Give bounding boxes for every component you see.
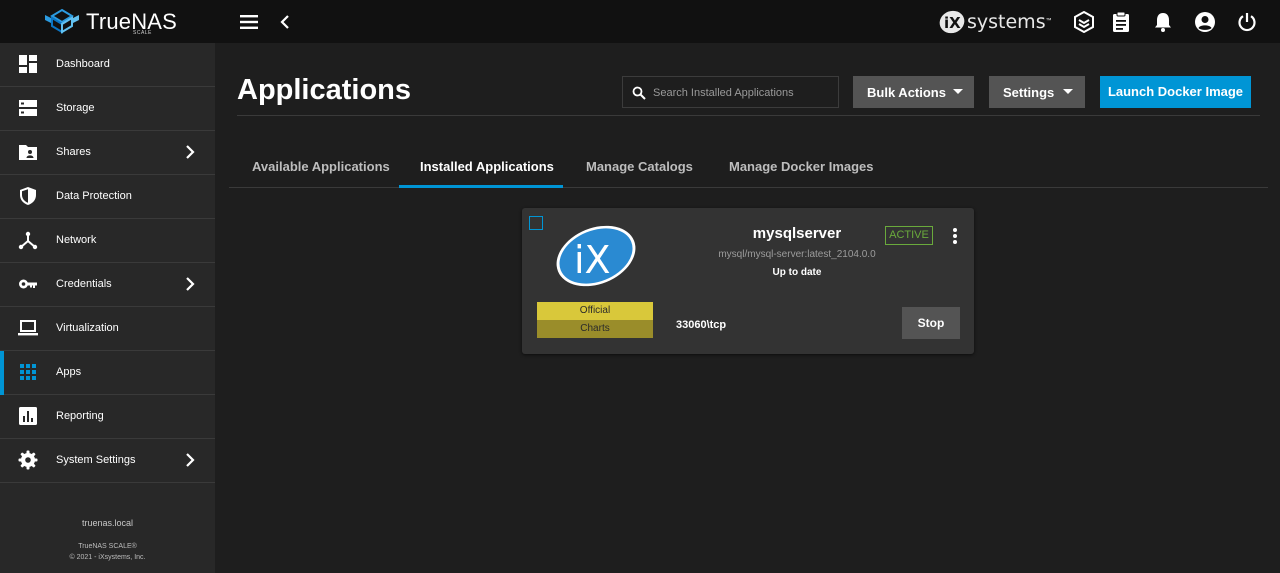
- sidebar-item-data-protection[interactable]: Data Protection: [0, 175, 215, 219]
- main-content: Applications Bulk Actions Settings Launc…: [215, 43, 1280, 573]
- top-bar: TrueNAS SCALE iX systems ™: [0, 0, 1280, 43]
- app-update-status: Up to date: [772, 267, 822, 278]
- dashboard-icon: [19, 55, 37, 73]
- app-logo-icon: iX: [556, 225, 636, 287]
- app-ports: 33060\tcp: [676, 319, 727, 331]
- settings-label: Settings: [1003, 85, 1055, 100]
- ixsystems-logo[interactable]: iX systems ™: [938, 9, 1052, 35]
- power-icon: [1238, 13, 1256, 32]
- laptop-icon: [18, 320, 38, 336]
- header-divider: [237, 115, 1260, 116]
- page-title: Applications: [237, 74, 412, 106]
- hostname: truenas.local: [81, 518, 134, 528]
- sidebar-item-system-settings[interactable]: System Settings: [0, 439, 215, 483]
- tab-installed-applications[interactable]: Installed Applications: [420, 159, 554, 174]
- app-logo-text: iX: [574, 238, 611, 282]
- truenas-logo-icon: [45, 8, 79, 34]
- truecommand-button[interactable]: [1071, 9, 1097, 35]
- stop-button[interactable]: Stop: [902, 307, 960, 339]
- sidebar-item-virtualization[interactable]: Virtualization: [0, 307, 215, 351]
- clipboard-icon: [1113, 11, 1129, 32]
- catalog-badge-official: Official: [537, 302, 653, 320]
- caret-down-icon: [953, 89, 963, 94]
- launch-docker-image-button[interactable]: Launch Docker Image: [1100, 76, 1251, 108]
- key-icon: [19, 279, 37, 289]
- search-box[interactable]: [622, 76, 839, 108]
- bulk-actions-label: Bulk Actions: [867, 85, 946, 100]
- sidebar-item-label: Network: [56, 234, 97, 246]
- app-select-checkbox[interactable]: [529, 216, 543, 230]
- sidebar-item-shares[interactable]: Shares: [0, 131, 215, 175]
- menu-toggle-button[interactable]: [236, 9, 262, 35]
- trademark-mark: ™: [1045, 18, 1052, 24]
- svg-text:iX: iX: [944, 14, 961, 32]
- bulk-actions-button[interactable]: Bulk Actions: [853, 76, 974, 108]
- tabs-divider: [229, 187, 1268, 188]
- sidebar-item-label: Dashboard: [56, 58, 110, 70]
- network-icon: [18, 231, 38, 250]
- ixsystems-text: systems: [967, 11, 1046, 33]
- copyright-line: © 2021 - iXsystems, Inc.: [69, 554, 146, 561]
- gear-icon: [18, 450, 38, 470]
- sidebar-item-label: Apps: [56, 366, 82, 378]
- settings-button[interactable]: Settings: [989, 76, 1085, 108]
- sidebar-item-network[interactable]: Network: [0, 219, 215, 263]
- chevron-right-icon: [186, 453, 195, 467]
- active-tab-indicator: [399, 185, 563, 188]
- sidebar-item-apps[interactable]: Apps: [0, 351, 215, 395]
- sidebar-item-storage[interactable]: Storage: [0, 87, 215, 131]
- chevron-left-icon: [280, 15, 289, 29]
- sidebar-item-label: Virtualization: [56, 322, 119, 334]
- sidebar-item-credentials[interactable]: Credentials: [0, 263, 215, 307]
- sidebar-item-label: System Settings: [56, 454, 136, 466]
- power-button[interactable]: [1234, 9, 1260, 35]
- sidebar-item-label: Reporting: [56, 410, 104, 422]
- chevron-right-icon: [186, 145, 195, 159]
- apps-grid-icon: [20, 364, 36, 380]
- collapse-sidebar-button[interactable]: [272, 9, 298, 35]
- truenas-logo[interactable]: TrueNAS SCALE: [42, 8, 182, 36]
- storage-icon: [19, 100, 37, 116]
- truecommand-icon: [1074, 11, 1094, 33]
- sidebar-item-label: Credentials: [56, 278, 112, 290]
- brand-name: TrueNAS: [86, 9, 178, 34]
- sidebar-item-dashboard[interactable]: Dashboard: [0, 43, 215, 87]
- version-line: TrueNAS SCALE®: [78, 543, 137, 550]
- menu-icon: [240, 15, 258, 29]
- tab-manage-docker-images[interactable]: Manage Docker Images: [729, 159, 874, 174]
- bell-icon: [1155, 13, 1171, 32]
- app-card: iX mysqlserver mysql/mysql-server:latest…: [522, 208, 974, 354]
- status-badge: ACTIVE: [885, 226, 933, 245]
- jobs-button[interactable]: [1108, 9, 1134, 35]
- sidebar-item-reporting[interactable]: Reporting: [0, 395, 215, 439]
- app-image-tag: mysql/mysql-server:latest_2104.0.0: [718, 249, 876, 260]
- chart-icon: [19, 407, 37, 425]
- shield-icon: [20, 187, 36, 205]
- chevron-right-icon: [186, 277, 195, 291]
- sidebar-item-label: Data Protection: [56, 190, 132, 202]
- sidebar-item-label: Storage: [56, 102, 95, 114]
- account-button[interactable]: [1192, 9, 1218, 35]
- sidebar-item-label: Shares: [56, 146, 91, 158]
- search-icon: [632, 86, 646, 100]
- tab-available-applications[interactable]: Available Applications: [252, 159, 390, 174]
- tab-manage-catalogs[interactable]: Manage Catalogs: [586, 159, 693, 174]
- version-info: TrueNAS SCALE® © 2021 - iXsystems, Inc.: [0, 541, 215, 563]
- catalog-badge-charts: Charts: [537, 320, 653, 338]
- caret-down-icon: [1063, 89, 1073, 94]
- sidebar: Dashboard Storage Shares Data Protection…: [0, 43, 215, 573]
- account-icon: [1195, 12, 1215, 32]
- brand-edition: SCALE: [133, 30, 152, 36]
- notifications-button[interactable]: [1150, 9, 1176, 35]
- shares-icon: [19, 145, 37, 160]
- more-vert-icon[interactable]: [948, 227, 962, 245]
- search-input[interactable]: [653, 85, 833, 101]
- ix-mark-icon: iX: [939, 10, 965, 34]
